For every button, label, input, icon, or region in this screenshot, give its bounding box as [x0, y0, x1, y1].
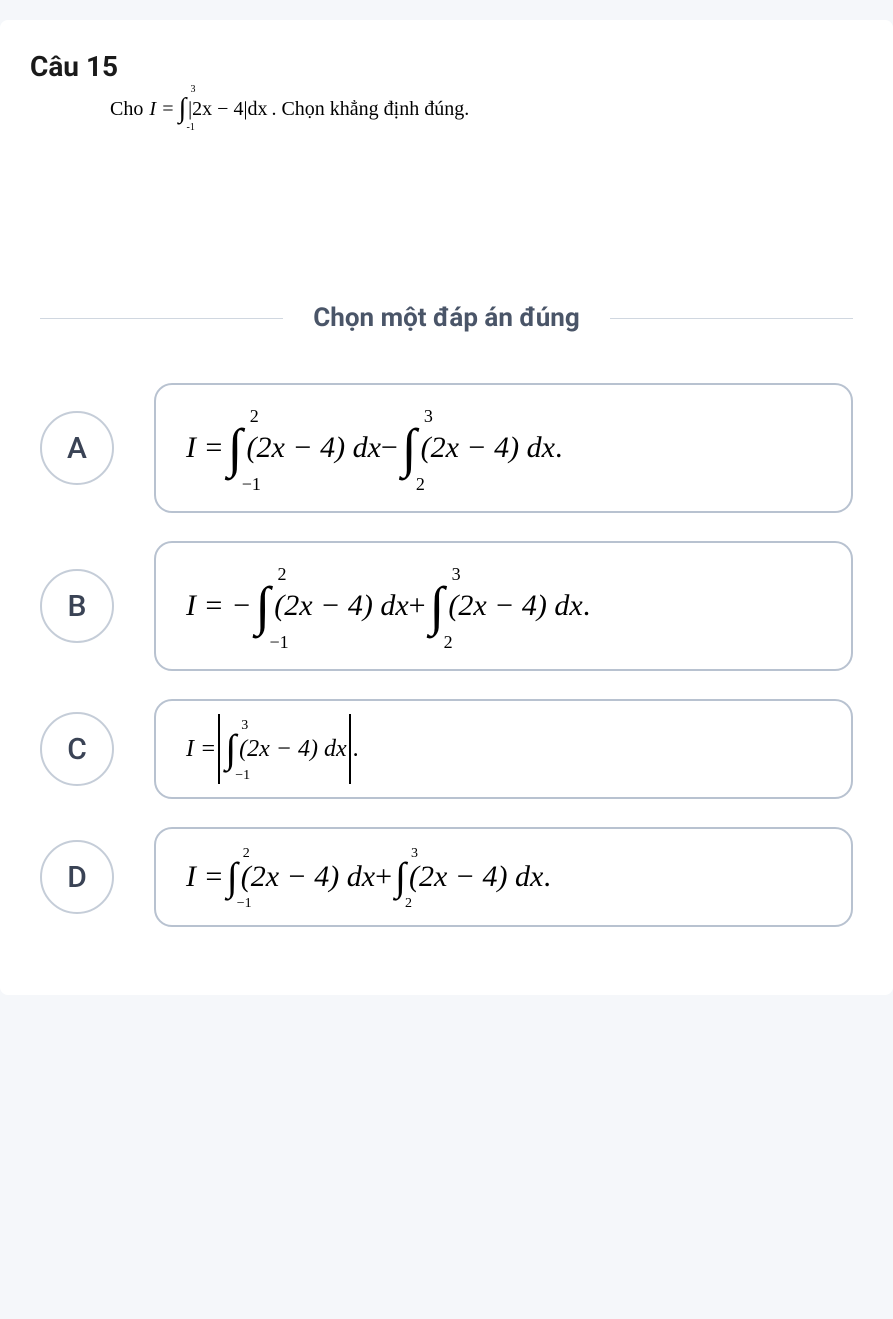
int-upper: 3 [411, 847, 418, 861]
option-a-letter: A [40, 411, 114, 485]
end-dot: . [543, 860, 551, 894]
prompt-text: Chọn một đáp án đúng [283, 303, 609, 333]
integral-sign-icon: ∫ 3 -1 [179, 95, 187, 123]
option-a-content: I = ∫ 2 −1 (2x − 4) dx − ∫ 3 2 (2x − 4) … [154, 383, 853, 513]
int-lower: −1 [237, 897, 252, 911]
int-lower: 2 [416, 475, 425, 493]
option-b-content: I = − ∫ 2 −1 (2x − 4) dx + ∫ 3 2 (2x − 4… [154, 541, 853, 671]
option-a[interactable]: A I = ∫ 2 −1 (2x − 4) dx − ∫ 3 2 (2x − 4… [40, 383, 853, 513]
integral-sign-icon: ∫ 2 −1 [228, 421, 243, 475]
question-suffix: . Chọn khẳng định đúng. [271, 98, 469, 121]
int-body: (2x − 4) dx [421, 431, 555, 465]
int-upper: 3 [424, 407, 433, 425]
int-upper: 3 [452, 565, 461, 583]
int-body: (2x − 4) dx [409, 860, 543, 894]
int-body: (2x − 4) dx [241, 860, 375, 894]
abs-bar-right [349, 714, 351, 784]
int-upper: 2 [243, 847, 250, 861]
question-integral: ∫ 3 -1 |2x − 4|dx [179, 95, 268, 123]
integral-sign-icon: ∫ 3 −1 [225, 729, 236, 769]
int-body: (2x − 4) dx [274, 589, 408, 623]
question-text: Cho I = ∫ 3 -1 |2x − 4|dx . Chọn khẳng đ… [20, 95, 873, 123]
integral-lower: -1 [187, 123, 195, 133]
int-lower: −1 [269, 633, 288, 651]
options-list: A I = ∫ 2 −1 (2x − 4) dx − ∫ 3 2 (2x − 4… [20, 383, 873, 927]
int-body: (2x − 4) dx [247, 431, 381, 465]
option-d-content: I = ∫ 2 −1 (2x − 4) dx + ∫ 3 2 (2x − 4) … [154, 827, 853, 927]
option-d[interactable]: D I = ∫ 2 −1 (2x − 4) dx + ∫ 3 2 (2x − 4… [40, 827, 853, 927]
option-a-lhs: I = [186, 431, 224, 465]
int-lower: 2 [444, 633, 453, 651]
option-b-letter: B [40, 569, 114, 643]
option-b-lhs: I = − [186, 589, 251, 623]
operator: + [375, 860, 392, 894]
operator: + [409, 589, 426, 623]
int-lower: −1 [242, 475, 261, 493]
question-prefix: Cho [110, 98, 143, 121]
question-eq-left: I = [149, 98, 174, 121]
option-c-lhs: I = [186, 736, 216, 763]
option-c-content: I = ∫ 3 −1 (2x − 4) dx . [154, 699, 853, 799]
option-d-letter: D [40, 840, 114, 914]
integral-sign-icon: ∫ 3 2 [402, 421, 417, 475]
integral-sign-icon: ∫ 2 −1 [255, 579, 270, 633]
int-upper: 3 [241, 719, 248, 733]
question-number: Câu 15 [20, 50, 873, 83]
integral-sign-icon: ∫ 2 −1 [227, 857, 238, 897]
int-lower: 2 [405, 897, 412, 911]
integrand: |2x − 4|dx [188, 98, 267, 121]
option-c-letter: C [40, 712, 114, 786]
int-upper: 2 [250, 407, 259, 425]
divider-line-left [40, 318, 283, 319]
int-lower: −1 [235, 769, 250, 783]
integral-upper: 3 [191, 85, 196, 95]
prompt-divider: Chọn một đáp án đúng [40, 303, 853, 333]
int-body: (2x − 4) dx [239, 736, 346, 763]
option-b[interactable]: B I = − ∫ 2 −1 (2x − 4) dx + ∫ 3 2 (2x −… [40, 541, 853, 671]
abs-bar-left [218, 714, 220, 784]
operator: − [381, 431, 398, 465]
option-d-lhs: I = [186, 860, 224, 894]
integral-sign-icon: ∫ 3 2 [395, 857, 406, 897]
end-dot: . [353, 736, 359, 763]
divider-line-right [610, 318, 853, 319]
int-upper: 2 [277, 565, 286, 583]
end-dot: . [555, 431, 563, 465]
integral-sign-icon: ∫ 3 2 [430, 579, 445, 633]
end-dot: . [583, 589, 591, 623]
option-c[interactable]: C I = ∫ 3 −1 (2x − 4) dx . [40, 699, 853, 799]
question-container: Câu 15 Cho I = ∫ 3 -1 |2x − 4|dx . Chọn … [0, 20, 893, 995]
int-body: (2x − 4) dx [448, 589, 582, 623]
